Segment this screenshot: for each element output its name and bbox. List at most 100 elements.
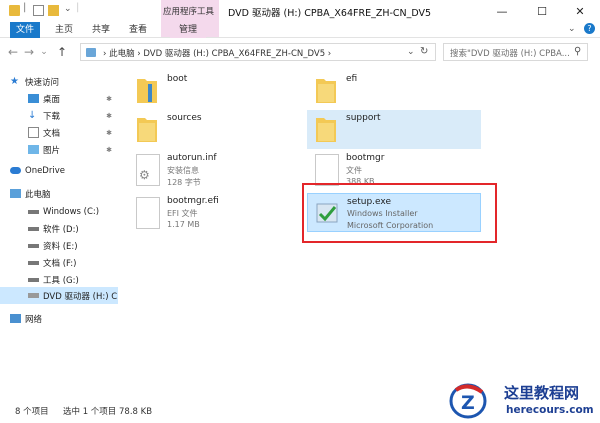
close-button[interactable]: ✕ bbox=[560, 0, 600, 22]
file-item-autorun[interactable]: ⚙ autorun.inf 安装信息 128 字节 bbox=[128, 150, 302, 189]
recent-locations-icon[interactable]: ⌄ bbox=[37, 44, 51, 60]
cloud-icon bbox=[10, 167, 21, 174]
address-path[interactable]: › 此电脑 › DVD 驱动器 (H:) CPBA_X64FRE_ZH-CN_D… bbox=[103, 47, 331, 59]
address-bar[interactable]: › 此电脑 › DVD 驱动器 (H:) CPBA_X64FRE_ZH-CN_D… bbox=[80, 43, 436, 61]
tab-view[interactable]: 查看 bbox=[124, 22, 152, 38]
new-folder-icon[interactable] bbox=[48, 5, 59, 16]
tab-share[interactable]: 共享 bbox=[87, 22, 115, 38]
nav-label: 桌面 bbox=[43, 94, 61, 105]
refresh-icon[interactable]: ↻ bbox=[420, 46, 428, 57]
file-name: support bbox=[346, 113, 381, 123]
download-icon: ↓ bbox=[28, 110, 37, 121]
nav-drive-d[interactable]: 软件 (D:) bbox=[0, 220, 118, 237]
address-dropdown-icon[interactable]: ⌄ bbox=[407, 47, 415, 57]
nav-network[interactable]: 网络 bbox=[0, 310, 118, 327]
navigation-pane: ★ 快速访问 桌面 ✱ ↓ 下载 ✱ 文档 ✱ 图片 ✱ OneDrive 此电… bbox=[0, 65, 118, 395]
folder-icon bbox=[315, 75, 337, 105]
file-type: EFI 文件 bbox=[167, 209, 198, 218]
tab-manage[interactable]: 管理 bbox=[170, 22, 206, 38]
pin-icon[interactable]: ✱ bbox=[106, 129, 112, 137]
nav-quick-access[interactable]: ★ 快速访问 bbox=[0, 73, 118, 90]
drive-icon bbox=[28, 277, 39, 282]
expand-ribbon-icon[interactable]: ⌄ bbox=[568, 24, 576, 34]
star-icon: ★ bbox=[10, 76, 19, 87]
file-item-efi[interactable]: efi bbox=[307, 71, 481, 110]
nav-label: 文档 bbox=[43, 128, 61, 139]
nav-label: OneDrive bbox=[25, 165, 65, 176]
nav-onedrive[interactable]: OneDrive bbox=[0, 162, 118, 179]
item-count: 8 个项目 bbox=[15, 407, 49, 417]
up-icon[interactable]: ↑ bbox=[55, 44, 69, 60]
pin-icon[interactable]: ✱ bbox=[106, 146, 112, 154]
drive-icon bbox=[28, 209, 39, 214]
file-name: bootmgr.efi bbox=[167, 196, 219, 206]
nav-label: 快速访问 bbox=[25, 77, 60, 88]
nav-label: 图片 bbox=[43, 145, 61, 156]
folder-icon bbox=[315, 114, 337, 144]
nav-label: 此电脑 bbox=[25, 189, 51, 200]
nav-drive-g[interactable]: 工具 (G:) bbox=[0, 271, 118, 288]
nav-dvd-drive[interactable]: DVD 驱动器 (H:) C bbox=[0, 287, 118, 304]
nav-label: 下载 bbox=[43, 111, 61, 122]
nav-drive-e[interactable]: 资料 (E:) bbox=[0, 237, 118, 254]
file-item-sources[interactable]: sources bbox=[128, 110, 302, 149]
drive-icon bbox=[28, 243, 39, 248]
highlight-annotation-box bbox=[302, 183, 497, 243]
file-item-support[interactable]: support bbox=[307, 110, 481, 149]
context-tab-label: 应用程序工具 bbox=[163, 7, 215, 17]
watermark-site-url: herecours.com bbox=[506, 404, 594, 416]
logo-emblem-icon: Z bbox=[448, 380, 488, 420]
pin-icon[interactable]: ✱ bbox=[106, 95, 112, 103]
file-type: 安装信息 bbox=[167, 166, 199, 175]
file-icon bbox=[136, 197, 160, 229]
nav-this-pc[interactable]: 此电脑 bbox=[0, 185, 118, 202]
drive-icon bbox=[28, 260, 39, 265]
nav-label: 文档 (F:) bbox=[43, 258, 77, 269]
nav-label: DVD 驱动器 (H:) C bbox=[43, 291, 118, 302]
file-name: autorun.inf bbox=[167, 153, 217, 163]
properties-icon[interactable] bbox=[33, 5, 44, 16]
address-row: ← → ⌄ ↑ › 此电脑 › DVD 驱动器 (H:) CPBA_X64FRE… bbox=[0, 39, 600, 65]
computer-path-icon bbox=[86, 48, 96, 57]
settings-file-icon: ⚙ bbox=[136, 154, 160, 186]
desktop-icon bbox=[28, 94, 39, 103]
nav-documents[interactable]: 文档 ✱ bbox=[0, 124, 118, 141]
picture-icon bbox=[28, 145, 39, 154]
gear-icon: ⚙ bbox=[139, 168, 150, 182]
computer-icon bbox=[10, 189, 21, 198]
dvd-icon bbox=[28, 293, 39, 298]
file-name: efi bbox=[346, 74, 358, 84]
nav-label: 工具 (G:) bbox=[43, 275, 79, 286]
file-size: 1.17 MB bbox=[167, 220, 200, 229]
nav-label: 网络 bbox=[25, 314, 43, 325]
ribbon-tabs: 文件 主页 共享 查看 管理 ⌄ ? bbox=[0, 22, 600, 38]
title-bar: | ⌄ | 应用程序工具 DVD 驱动器 (H:) CPBA_X64FRE_ZH… bbox=[0, 0, 600, 37]
nav-desktop[interactable]: 桌面 ✱ bbox=[0, 90, 118, 107]
forward-icon[interactable]: → bbox=[22, 44, 36, 60]
folder-quick-icon[interactable] bbox=[9, 5, 20, 16]
minimize-button[interactable]: — bbox=[482, 0, 522, 22]
title-separator: | bbox=[76, 2, 80, 13]
tab-file[interactable]: 文件 bbox=[10, 22, 40, 38]
file-name: sources bbox=[167, 113, 202, 123]
search-box[interactable]: 搜索"DVD 驱动器 (H:) CPBA... ⚲ bbox=[443, 43, 588, 61]
file-item-bootmgr-efi[interactable]: bootmgr.efi EFI 文件 1.17 MB bbox=[128, 193, 302, 232]
search-placeholder[interactable]: 搜索"DVD 驱动器 (H:) CPBA... bbox=[450, 47, 570, 59]
pin-icon[interactable]: ✱ bbox=[106, 112, 112, 120]
window-title: DVD 驱动器 (H:) CPBA_X64FRE_ZH-CN_DV5 bbox=[228, 8, 432, 19]
nav-label: 软件 (D:) bbox=[43, 224, 79, 235]
nav-drive-f[interactable]: 文档 (F:) bbox=[0, 254, 118, 271]
back-icon[interactable]: ← bbox=[6, 44, 20, 60]
file-type: 文件 bbox=[346, 166, 362, 175]
watermark-site-name: 这里教程网 bbox=[504, 384, 580, 402]
maximize-button[interactable]: ☐ bbox=[522, 0, 562, 22]
file-size: 128 字节 bbox=[167, 178, 201, 187]
quick-access-dropdown-icon[interactable]: ⌄ bbox=[64, 4, 72, 14]
tab-home[interactable]: 主页 bbox=[50, 22, 78, 38]
nav-pictures[interactable]: 图片 ✱ bbox=[0, 141, 118, 158]
file-item-boot[interactable]: boot bbox=[128, 71, 302, 110]
help-icon[interactable]: ? bbox=[584, 23, 595, 34]
nav-downloads[interactable]: ↓ 下载 ✱ bbox=[0, 107, 118, 124]
nav-drive-c[interactable]: Windows (C:) bbox=[0, 203, 118, 220]
search-icon[interactable]: ⚲ bbox=[574, 46, 581, 57]
